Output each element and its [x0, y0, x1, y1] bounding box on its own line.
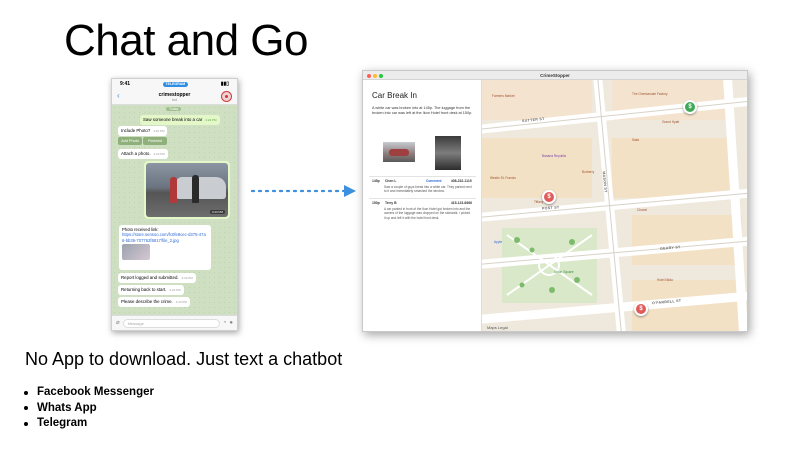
divider: [369, 176, 476, 177]
chat-header: ‹ crimestopper bot: [112, 89, 237, 105]
list-item: Telegram: [24, 416, 154, 432]
microphone-icon[interactable]: ●: [229, 319, 233, 328]
report-row[interactable]: 145p Chen L Comment 408-232-1115: [372, 179, 474, 183]
platform-list: Facebook Messenger Whats App Telegram: [24, 385, 154, 432]
poi-label[interactable]: Westin St. Francis: [490, 176, 516, 180]
slide-title: Chat and Go: [64, 16, 309, 65]
chat-subtitle: bot: [172, 98, 177, 102]
finished-button[interactable]: Finished: [143, 137, 167, 145]
poi-label[interactable]: Apple: [494, 240, 502, 244]
message-input[interactable]: Message: [122, 318, 220, 328]
poi-label[interactable]: Union Square: [554, 270, 574, 274]
poi-label[interactable]: The Cheesecake Factory: [632, 92, 668, 96]
list-item: Whats App: [24, 401, 154, 417]
photo-link[interactable]: https://store.sensoo.com/fc0fe8cec-d375-…: [122, 232, 208, 243]
poi-label[interactable]: Grand Hyatt: [662, 120, 679, 124]
status-pill: TELEGRAM: [162, 81, 189, 87]
message-in: Returning back to start. 4:23 PM: [118, 285, 184, 295]
report-row[interactable]: 150p Terry B 415-123-6666: [372, 201, 474, 205]
attach-icon[interactable]: ⌀: [116, 319, 120, 328]
slide-subtitle: No App to download. Just text a chatbot: [25, 349, 343, 369]
map-pin-icon[interactable]: $: [683, 100, 697, 114]
add-photo-button[interactable]: Add Photo: [118, 137, 142, 145]
close-window-icon[interactable]: [367, 73, 371, 78]
message-in: Include Photo? 4:22 PM: [118, 126, 168, 136]
status-time: 9:41: [120, 81, 131, 87]
incident-description: A white car was broken into at 145p. The…: [372, 106, 473, 115]
crimestopper-window: CrimeStopper Car Break In A white car wa…: [362, 70, 748, 332]
bot-avatar[interactable]: [221, 91, 232, 102]
incident-panel: Car Break In A white car was broken into…: [363, 80, 482, 331]
incident-photo-thumbnail[interactable]: [435, 136, 461, 170]
poi-label[interactable]: Hotel Nikko: [657, 278, 673, 282]
window-title: CrimeStopper: [540, 73, 570, 78]
sticker-icon[interactable]: ◔: [223, 319, 227, 328]
poi-label[interactable]: Banana Republic: [542, 154, 566, 158]
message-in: Please describe the crime. 4:23 PM: [118, 297, 190, 307]
list-item: Facebook Messenger: [24, 385, 154, 401]
photo-link-message: Photo received link: https://store.senso…: [119, 225, 211, 270]
street-map: [482, 80, 747, 331]
message-in: Report logged and submitted. 4:23 PM: [118, 273, 196, 283]
phone-status-bar: 9:41 TELEGRAM ▮▮▯: [112, 79, 237, 89]
car-break-in-photo: 4:23 PM: [146, 163, 228, 217]
map-pin-icon[interactable]: $: [634, 302, 648, 316]
telegram-phone-screenshot: 9:41 TELEGRAM ▮▮▯ ‹ crimestopper bot Tod…: [111, 78, 238, 331]
message-in: Attach a photo. 4:22 PM: [118, 149, 168, 159]
message-out: Saw someone break into a car 4:22 PM: [140, 115, 220, 125]
poi-label[interactable]: Chanel: [637, 208, 647, 212]
chat-name[interactable]: crimestopper: [112, 89, 237, 98]
report-text: Saw a couple of guys break into a white …: [384, 185, 472, 194]
divider: [369, 198, 476, 199]
minimize-window-icon[interactable]: [373, 73, 377, 78]
poi-label[interactable]: Farmers Market: [492, 94, 515, 98]
map-pin-icon[interactable]: $: [542, 190, 556, 204]
incident-photo-thumbnail[interactable]: [383, 142, 415, 162]
date-separator: Today: [166, 107, 182, 111]
dotted-arrow-icon: [250, 185, 356, 197]
poi-label[interactable]: Saks: [632, 138, 639, 142]
back-chevron-icon[interactable]: ‹: [117, 91, 120, 101]
message-composer: ⌀ Message ◔ ●: [112, 315, 237, 330]
maximize-window-icon[interactable]: [379, 73, 383, 78]
report-text: A car parked in front of the Ikon Hotel …: [384, 207, 471, 220]
poi-label[interactable]: Burberry: [582, 170, 594, 174]
incident-title: Car Break In: [372, 91, 417, 100]
map-view[interactable]: SUTTER ST POST ST GEARY ST O'FARRELL ST …: [482, 80, 747, 331]
link-preview-image: [122, 244, 150, 261]
chat-thread[interactable]: Today Saw someone break into a car 4:22 P…: [112, 105, 237, 317]
battery-icon: ▮▮▯: [220, 81, 229, 87]
window-titlebar: CrimeStopper: [363, 71, 747, 80]
comment-link: Comment: [425, 179, 442, 183]
photo-message[interactable]: 4:23 PM: [144, 161, 230, 219]
map-legal[interactable]: Maps Legal: [487, 325, 508, 330]
